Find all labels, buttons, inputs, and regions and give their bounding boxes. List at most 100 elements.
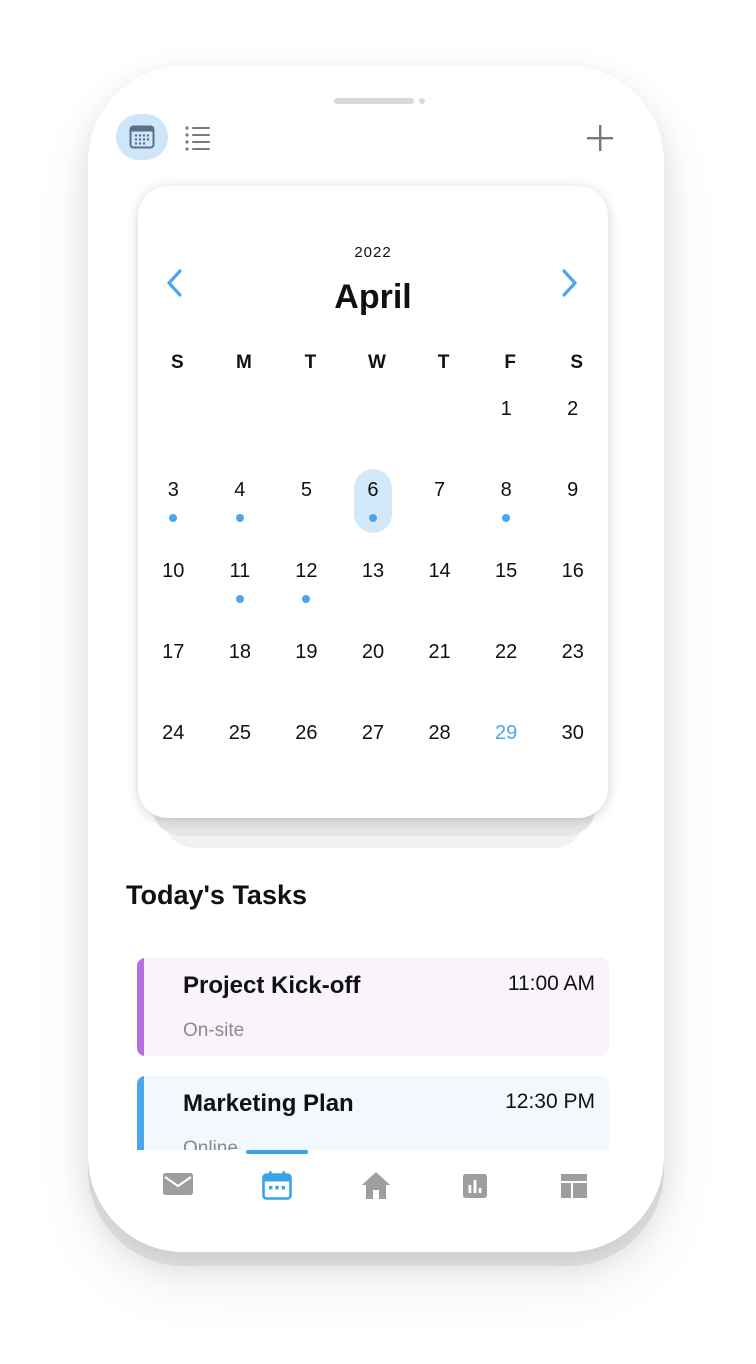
day-number: 4 bbox=[234, 479, 246, 501]
calendar-day[interactable]: 2 bbox=[539, 388, 606, 469]
weekday-header: S M T W T F S bbox=[144, 352, 610, 378]
task-title: Marketing Plan bbox=[183, 1090, 354, 1117]
calendar-day[interactable]: 26 bbox=[273, 712, 340, 793]
calendar-icon bbox=[129, 125, 155, 149]
day-number: 1 bbox=[500, 398, 512, 420]
calendar-day[interactable]: 15 bbox=[473, 550, 540, 631]
calendar-view-button[interactable] bbox=[116, 114, 168, 160]
calendar-day[interactable]: 4 bbox=[207, 469, 274, 550]
day-number: 25 bbox=[228, 722, 251, 744]
phone-frame: 2022 April S M T W T F S 1 2 3 4 5 6 7 8 9 10 11 12… bbox=[88, 66, 664, 1252]
chevron-right-icon bbox=[562, 269, 577, 297]
nav-reports[interactable] bbox=[426, 1150, 525, 1252]
day-number: 14 bbox=[428, 560, 451, 582]
day-number: 22 bbox=[495, 641, 518, 663]
chart-icon bbox=[463, 1174, 488, 1198]
calendar-day[interactable]: 10 bbox=[140, 550, 207, 631]
task-card[interactable]: Project Kick-off 11:00 AM On-site bbox=[137, 958, 609, 1056]
list-view-button[interactable] bbox=[184, 124, 212, 152]
tasks-heading: Today's Tasks bbox=[126, 880, 307, 910]
task-time: 11:00 AM bbox=[507, 972, 595, 995]
calendar-day[interactable]: 29 bbox=[473, 712, 540, 793]
calendar-day[interactable]: 22 bbox=[473, 631, 540, 712]
calendar-day[interactable]: 13 bbox=[340, 550, 407, 631]
event-dot bbox=[235, 514, 244, 522]
speaker-bar bbox=[334, 98, 414, 104]
days-grid: 1 2 3 4 5 6 7 8 9 10 11 12 13 14 15 16 17 18 19 20 21 22 23 24 2… bbox=[140, 388, 606, 793]
day-number: 8 bbox=[500, 479, 512, 501]
calendar-day[interactable]: 17 bbox=[140, 631, 207, 712]
home-icon bbox=[361, 1172, 390, 1199]
calendar-day[interactable]: 14 bbox=[406, 550, 473, 631]
calendar-day[interactable]: 21 bbox=[406, 631, 473, 712]
calendar-year: 2022 bbox=[354, 244, 392, 261]
event-dot bbox=[169, 514, 178, 522]
chevron-left-icon bbox=[167, 269, 182, 297]
calendar-day[interactable]: 12 bbox=[273, 550, 340, 631]
day-number: 15 bbox=[495, 560, 518, 582]
calendar-day[interactable]: 1 bbox=[473, 388, 540, 469]
event-dot bbox=[235, 595, 244, 603]
calendar-icon bbox=[261, 1171, 292, 1200]
calendar-day[interactable]: 28 bbox=[406, 712, 473, 793]
calendar-blank-cell bbox=[273, 388, 340, 469]
calendar-day[interactable]: 30 bbox=[539, 712, 606, 793]
next-month-button[interactable] bbox=[558, 268, 580, 298]
bottom-navigation bbox=[128, 1150, 624, 1252]
calendar-day[interactable]: 7 bbox=[406, 469, 473, 550]
mail-icon bbox=[162, 1173, 193, 1195]
calendar-day[interactable]: 25 bbox=[207, 712, 274, 793]
dashboard-icon bbox=[561, 1174, 588, 1198]
nav-calendar[interactable] bbox=[227, 1150, 326, 1252]
day-number: 17 bbox=[162, 641, 185, 663]
calendar-day[interactable]: 20 bbox=[340, 631, 407, 712]
day-number: 2 bbox=[567, 398, 579, 420]
weekday-label: T bbox=[437, 352, 450, 373]
calendar-day[interactable]: 19 bbox=[273, 631, 340, 712]
list-icon bbox=[185, 126, 210, 151]
day-number: 9 bbox=[567, 479, 579, 501]
calendar-day[interactable]: 9 bbox=[539, 469, 606, 550]
calendar-day[interactable]: 23 bbox=[539, 631, 606, 712]
day-number: 27 bbox=[361, 722, 385, 744]
previous-month-button[interactable] bbox=[164, 268, 186, 298]
task-time: 12:30 PM bbox=[505, 1090, 595, 1113]
calendar-day[interactable]: 24 bbox=[140, 712, 207, 793]
nav-mail[interactable] bbox=[128, 1150, 227, 1252]
day-number: 24 bbox=[162, 722, 185, 744]
day-number: 6 bbox=[367, 479, 379, 501]
day-number: 20 bbox=[361, 641, 385, 663]
calendar-day[interactable]: 18 bbox=[207, 631, 274, 712]
day-number: 19 bbox=[295, 641, 318, 663]
camera-dot bbox=[419, 98, 425, 104]
calendar-day[interactable]: 11 bbox=[207, 550, 274, 631]
event-dot bbox=[368, 514, 377, 522]
day-number: 16 bbox=[561, 560, 584, 582]
event-dot bbox=[502, 514, 511, 522]
calendar-card: 2022 April S M T W T F S 1 2 3 4 5 6 7 8 9 10 11 12… bbox=[138, 186, 608, 818]
calendar-day[interactable]: 3 bbox=[140, 469, 207, 550]
add-button[interactable] bbox=[584, 122, 616, 154]
weekday-label: S bbox=[170, 352, 184, 373]
day-number: 29 bbox=[495, 722, 518, 744]
day-number: 30 bbox=[561, 722, 584, 744]
day-number: 26 bbox=[295, 722, 318, 744]
event-dot bbox=[302, 595, 311, 603]
day-number: 11 bbox=[229, 560, 251, 582]
calendar-day[interactable]: 5 bbox=[273, 469, 340, 550]
weekday-label: T bbox=[304, 352, 317, 373]
day-number: 3 bbox=[167, 479, 179, 501]
weekday-label: F bbox=[504, 352, 516, 373]
day-number: 7 bbox=[434, 479, 446, 501]
calendar-day-today[interactable]: 6 bbox=[340, 469, 407, 550]
nav-home[interactable] bbox=[326, 1150, 425, 1252]
calendar-day[interactable]: 16 bbox=[539, 550, 606, 631]
nav-dashboard[interactable] bbox=[525, 1150, 624, 1252]
weekday-label: S bbox=[570, 352, 584, 373]
calendar-day[interactable]: 8 bbox=[473, 469, 540, 550]
day-number: 21 bbox=[428, 641, 451, 663]
calendar-blank-cell bbox=[207, 388, 274, 469]
day-number: 5 bbox=[300, 479, 312, 501]
day-number: 18 bbox=[228, 641, 251, 663]
calendar-day[interactable]: 27 bbox=[340, 712, 407, 793]
